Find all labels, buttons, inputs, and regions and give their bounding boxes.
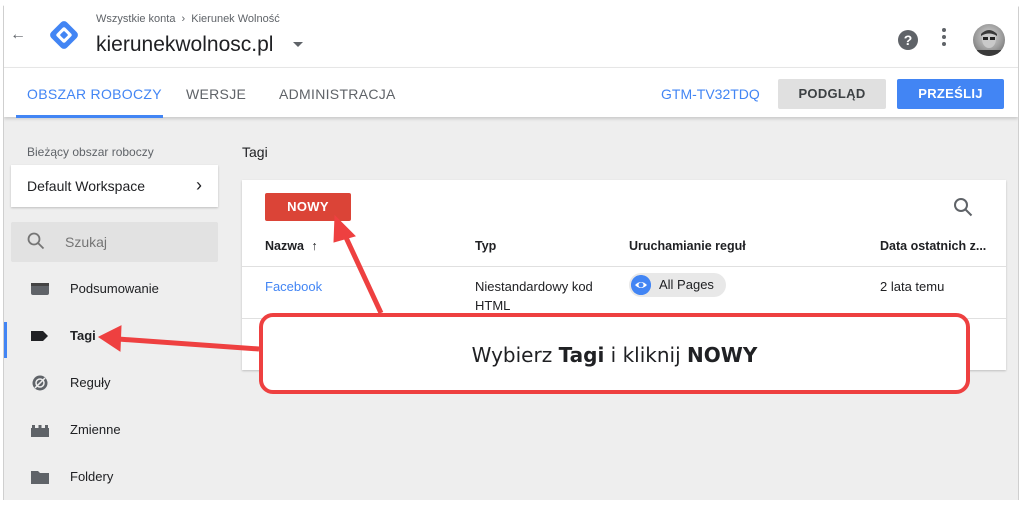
- column-header-name[interactable]: Nazwa ↑: [265, 239, 318, 253]
- callout-text-part: Wybierz: [471, 343, 559, 367]
- tag-last-edited: 2 lata temu: [880, 279, 945, 294]
- workspace-selector[interactable]: Default Workspace ›: [11, 165, 218, 207]
- variables-icon: [31, 425, 49, 437]
- container-name[interactable]: kierunekwolnosc.pl: [96, 33, 273, 57]
- preview-button[interactable]: PODGLĄD: [778, 79, 886, 109]
- workspace-name: Default Workspace: [27, 178, 146, 194]
- submit-button[interactable]: PRZEŚLIJ: [897, 79, 1004, 109]
- new-tag-button[interactable]: NOWY: [265, 193, 351, 221]
- help-icon[interactable]: ?: [898, 30, 918, 50]
- avatar-face-icon: [977, 30, 1001, 56]
- callout-text: Wybierz Tagi i kliknij NOWY: [263, 343, 966, 367]
- active-nav-indicator: [4, 322, 7, 358]
- sidebar-search-input[interactable]: Szukaj: [11, 222, 218, 262]
- torn-edge-bottom: [0, 500, 1024, 510]
- avatar[interactable]: [973, 24, 1005, 56]
- column-header-last-edited[interactable]: Data ostatnich z...: [880, 239, 986, 253]
- column-header-triggers[interactable]: Uruchamianie reguł: [629, 239, 746, 253]
- tab-workspace[interactable]: OBSZAR ROBOCZY: [27, 86, 162, 102]
- search-placeholder: Szukaj: [65, 234, 108, 250]
- column-header-type[interactable]: Typ: [475, 239, 496, 253]
- search-icon[interactable]: [953, 197, 973, 217]
- sidebar-item-label: Foldery: [70, 469, 114, 484]
- tag-name-link[interactable]: Facebook: [265, 277, 322, 296]
- callout-text-part: i kliknij: [604, 343, 688, 367]
- breadcrumb-account[interactable]: Wszystkie konta: [96, 13, 175, 25]
- sidebar-item-triggers[interactable]: Reguły: [4, 363, 224, 403]
- breadcrumb: Wszystkie konta › Kierunek Wolność: [96, 13, 280, 25]
- tab-admin[interactable]: ADMINISTRACJA: [279, 86, 396, 102]
- app-window: ← Wszystkie konta › Kierunek Wolność kie…: [3, 4, 1019, 500]
- sidebar-item-label: Podsumowanie: [70, 281, 159, 296]
- trigger-chip-label: All Pages: [659, 277, 714, 292]
- callout-bold-tags: Tagi: [558, 343, 605, 367]
- chevron-right-icon: ›: [196, 175, 202, 195]
- sidebar-item-folders[interactable]: Foldery: [4, 457, 224, 497]
- sidebar-item-variables[interactable]: Zmienne: [4, 410, 224, 450]
- sort-ascending-icon: ↑: [311, 239, 318, 253]
- tag-type-line: Niestandardowy kod: [475, 279, 593, 294]
- arrow-back-icon[interactable]: ←: [10, 26, 26, 44]
- sidebar-item-label: Tagi: [70, 328, 96, 343]
- callout-bold-new: NOWY: [687, 343, 758, 367]
- search-icon: [27, 232, 45, 250]
- header-divider: [242, 266, 1006, 267]
- torn-edge-top: [0, 0, 1024, 9]
- column-header-label: Nazwa: [265, 239, 304, 253]
- tag-icon: [31, 331, 48, 341]
- more-vert-icon[interactable]: [941, 28, 947, 50]
- app-header: ← Wszystkie konta › Kierunek Wolność kie…: [4, 4, 1018, 67]
- gtm-logo-icon: [50, 21, 78, 49]
- container-id-link[interactable]: GTM-TV32TDQ: [661, 86, 760, 102]
- folder-icon: [31, 471, 49, 484]
- sidebar-item-overview[interactable]: Podsumowanie: [4, 269, 224, 309]
- page-title: Tagi: [242, 144, 268, 160]
- workspace-tabs-bar: OBSZAR ROBOCZY WERSJE ADMINISTRACJA GTM-…: [4, 67, 1018, 118]
- tag-type: Niestandardowy kod HTML: [475, 277, 593, 315]
- sidebar-item-tags[interactable]: Tagi: [4, 316, 224, 356]
- trigger-chip[interactable]: All Pages: [629, 273, 726, 297]
- tab-versions[interactable]: WERSJE: [186, 86, 246, 102]
- workspace-label: Bieżący obszar roboczy: [27, 145, 154, 159]
- breadcrumb-separator: ›: [181, 13, 186, 26]
- tag-type-line: HTML: [475, 298, 511, 313]
- breadcrumb-account-name[interactable]: Kierunek Wolność: [191, 13, 279, 25]
- sidebar-item-label: Reguły: [70, 375, 111, 390]
- chevron-down-icon[interactable]: [293, 42, 303, 47]
- eye-icon: [631, 275, 651, 295]
- trigger-icon: [32, 375, 48, 391]
- active-tab-indicator: [16, 115, 163, 118]
- sidebar-item-label: Zmienne: [70, 422, 121, 437]
- overview-icon: [31, 283, 49, 295]
- instruction-callout: Wybierz Tagi i kliknij NOWY: [259, 313, 970, 394]
